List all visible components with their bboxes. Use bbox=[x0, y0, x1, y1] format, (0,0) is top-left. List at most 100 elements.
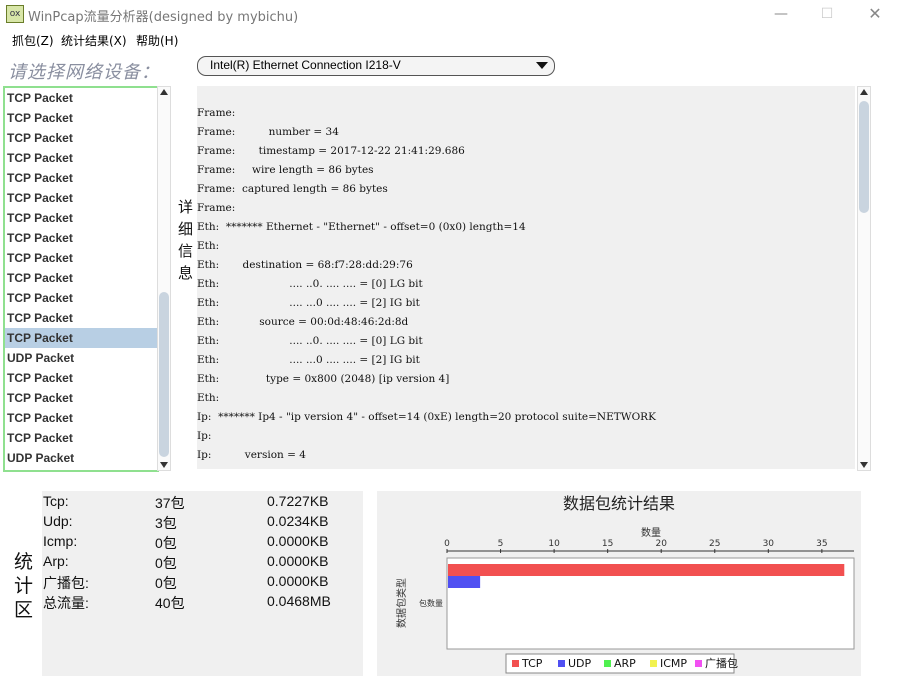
stat-size: 0.0234KB bbox=[267, 513, 329, 529]
legend-label: ICMP bbox=[660, 657, 687, 670]
detail-line: Frame: bbox=[197, 202, 236, 214]
packet-list-item[interactable]: TCP Packet bbox=[5, 308, 157, 328]
bottom-strip bbox=[560, 693, 900, 700]
stat-count: 40包 bbox=[155, 595, 185, 611]
packet-list-item[interactable]: TCP Packet bbox=[5, 388, 157, 408]
stat-name: 总流量: bbox=[43, 595, 89, 611]
stat-name: Icmp: bbox=[43, 533, 78, 549]
stat-size: 0.7227KB bbox=[267, 493, 329, 509]
detail-line: Eth: .... ..0. .... .... = [0] LG bit bbox=[197, 278, 423, 290]
legend-swatch bbox=[512, 660, 519, 667]
detail-label: 详细信息 bbox=[178, 198, 194, 282]
packet-list-item[interactable]: TCP Packet bbox=[5, 428, 157, 448]
stat-count: 0包 bbox=[155, 575, 177, 591]
legend-swatch bbox=[604, 660, 611, 667]
detail-line: Eth: bbox=[197, 240, 220, 252]
bar-tcp bbox=[448, 564, 845, 576]
scroll-up-icon[interactable] bbox=[160, 89, 168, 95]
x-tick-label: 25 bbox=[709, 539, 720, 549]
packet-list[interactable]: TCP Packet TCP Packet TCP Packet TCP Packet… bbox=[3, 86, 159, 472]
detail-line: Frame: timestamp = 2017-12-22 21:41:29.6… bbox=[197, 145, 465, 157]
menu-help[interactable]: 帮助(H) bbox=[136, 32, 178, 49]
stat-row: Icmp: 0包 0.0000KB bbox=[42, 533, 363, 553]
packet-list-item[interactable]: TCP Packet bbox=[5, 408, 157, 428]
detail-text-area[interactable]: Frame: Frame: number = 34 Frame: timestamp… bbox=[197, 86, 855, 469]
packet-list-item[interactable]: TCP Packet bbox=[5, 368, 157, 388]
detail-scrollbar[interactable] bbox=[857, 86, 871, 471]
detail-line: Eth: type = 0x800 (2048) [ip version 4] bbox=[197, 373, 450, 385]
packet-list-item[interactable]: TCP Packet bbox=[5, 208, 157, 228]
detail-line: Ip: version = 4 bbox=[197, 449, 306, 461]
x-tick-label: 5 bbox=[498, 539, 504, 549]
packet-list-scrollbar[interactable] bbox=[157, 86, 171, 471]
device-select-value: Intel(R) Ethernet Connection I218-V bbox=[210, 58, 401, 72]
x-tick-label: 20 bbox=[655, 539, 667, 549]
stat-name: 广播包: bbox=[43, 575, 89, 591]
stat-count: 0包 bbox=[155, 535, 177, 551]
packet-list-item[interactable]: TCP Packet bbox=[5, 168, 157, 188]
legend-label: 广播包 bbox=[705, 656, 738, 670]
menu-bar: 抓包(Z) 统计结果(X) 帮助(H) bbox=[0, 30, 900, 50]
detail-line: Eth: bbox=[197, 392, 220, 404]
packet-list-item[interactable]: TCP Packet bbox=[5, 328, 157, 348]
detail-line: Eth: .... ..0. .... .... = [0] LG bit bbox=[197, 335, 423, 347]
packet-list-item[interactable]: TCP Packet bbox=[5, 88, 157, 108]
packet-list-item[interactable]: TCP Packet bbox=[5, 108, 157, 128]
stat-row: Udp: 3包 0.0234KB bbox=[42, 513, 363, 533]
y-axis-label: 数据包类型 bbox=[395, 578, 408, 628]
packet-list-item[interactable]: UDP Packet bbox=[5, 348, 157, 368]
packet-list-item[interactable]: TCP Packet bbox=[5, 128, 157, 148]
stat-row: 广播包: 0包 0.0000KB bbox=[42, 573, 363, 593]
scroll-thumb[interactable] bbox=[859, 101, 869, 213]
legend-label: UDP bbox=[568, 657, 592, 670]
close-icon[interactable]: ✕ bbox=[862, 4, 888, 24]
stats-label: 统计区 bbox=[14, 551, 34, 621]
menu-statistics[interactable]: 统计结果(X) bbox=[61, 32, 127, 49]
legend-label: ARP bbox=[614, 657, 636, 670]
stat-count: 0包 bbox=[155, 555, 177, 571]
packet-list-item[interactable]: TCP Packet bbox=[5, 228, 157, 248]
stat-name: Udp: bbox=[43, 513, 73, 529]
detail-line: Ip: ******* Ip4 - "ip version 4" - offse… bbox=[197, 411, 656, 423]
menu-capture[interactable]: 抓包(Z) bbox=[12, 32, 54, 49]
stat-row: Arp: 0包 0.0000KB bbox=[42, 553, 363, 573]
detail-line: Ip: bbox=[197, 430, 212, 442]
legend-swatch bbox=[695, 660, 702, 667]
x-axis-label: 数量 bbox=[641, 526, 661, 539]
detail-line: Eth: destination = 68:f7:28:dd:29:76 bbox=[197, 259, 413, 271]
detail-line: Eth: source = 00:0d:48:46:2d:8d bbox=[197, 316, 409, 328]
packet-chart: 数据包统计结果数量 0 5 10 15 20 25 30 35 数据包类型 包数量 TCP UDP ARP… bbox=[395, 494, 855, 674]
bar-udp bbox=[448, 576, 481, 588]
chart-panel: 数据包统计结果 数量 0 5 10 15 20 25 30 35 数据包类型 包数量 TCP UDP ARP… bbox=[377, 491, 861, 676]
stat-count: 3包 bbox=[155, 515, 177, 531]
x-tick-label: 35 bbox=[816, 539, 827, 549]
maximize-icon[interactable]: ☐ bbox=[814, 4, 840, 24]
scroll-thumb[interactable] bbox=[159, 292, 169, 457]
minimize-icon[interactable]: — bbox=[768, 4, 794, 24]
x-tick-label: 0 bbox=[444, 539, 450, 549]
detail-line: Frame: wire length = 86 bytes bbox=[197, 164, 374, 176]
x-tick-label: 15 bbox=[602, 539, 613, 549]
packet-list-item[interactable]: TCP Packet bbox=[5, 268, 157, 288]
detail-line: Frame: captured length = 86 bytes bbox=[197, 183, 388, 195]
packet-list-item[interactable]: TCP Packet bbox=[5, 188, 157, 208]
x-tick-label: 30 bbox=[763, 539, 775, 549]
scroll-up-icon[interactable] bbox=[860, 89, 868, 95]
packet-list-item[interactable]: TCP Packet bbox=[5, 148, 157, 168]
device-select[interactable]: Intel(R) Ethernet Connection I218-V bbox=[197, 56, 555, 76]
scroll-down-icon[interactable] bbox=[160, 462, 168, 468]
stat-size: 0.0468MB bbox=[267, 593, 331, 609]
legend-label: TCP bbox=[521, 657, 543, 670]
detail-line: Eth: .... ...0 .... .... = [2] IG bit bbox=[197, 297, 420, 309]
stat-row: Tcp: 37包 0.7227KB bbox=[42, 493, 363, 513]
category-label: 包数量 bbox=[419, 598, 443, 608]
chart-title: 数据包统计结果 bbox=[563, 494, 675, 513]
packet-list-item[interactable]: TCP Packet bbox=[5, 288, 157, 308]
app-icon: ox bbox=[6, 5, 24, 23]
scroll-down-icon[interactable] bbox=[860, 462, 868, 468]
packet-list-item[interactable]: TCP Packet bbox=[5, 248, 157, 268]
detail-line: Eth: .... ...0 .... .... = [2] IG bit bbox=[197, 354, 420, 366]
packet-list-item[interactable]: UDP Packet bbox=[5, 448, 157, 468]
stat-name: Tcp: bbox=[43, 493, 69, 509]
window-title: WinPcap流量分析器(designed by mybichu) bbox=[28, 10, 299, 25]
